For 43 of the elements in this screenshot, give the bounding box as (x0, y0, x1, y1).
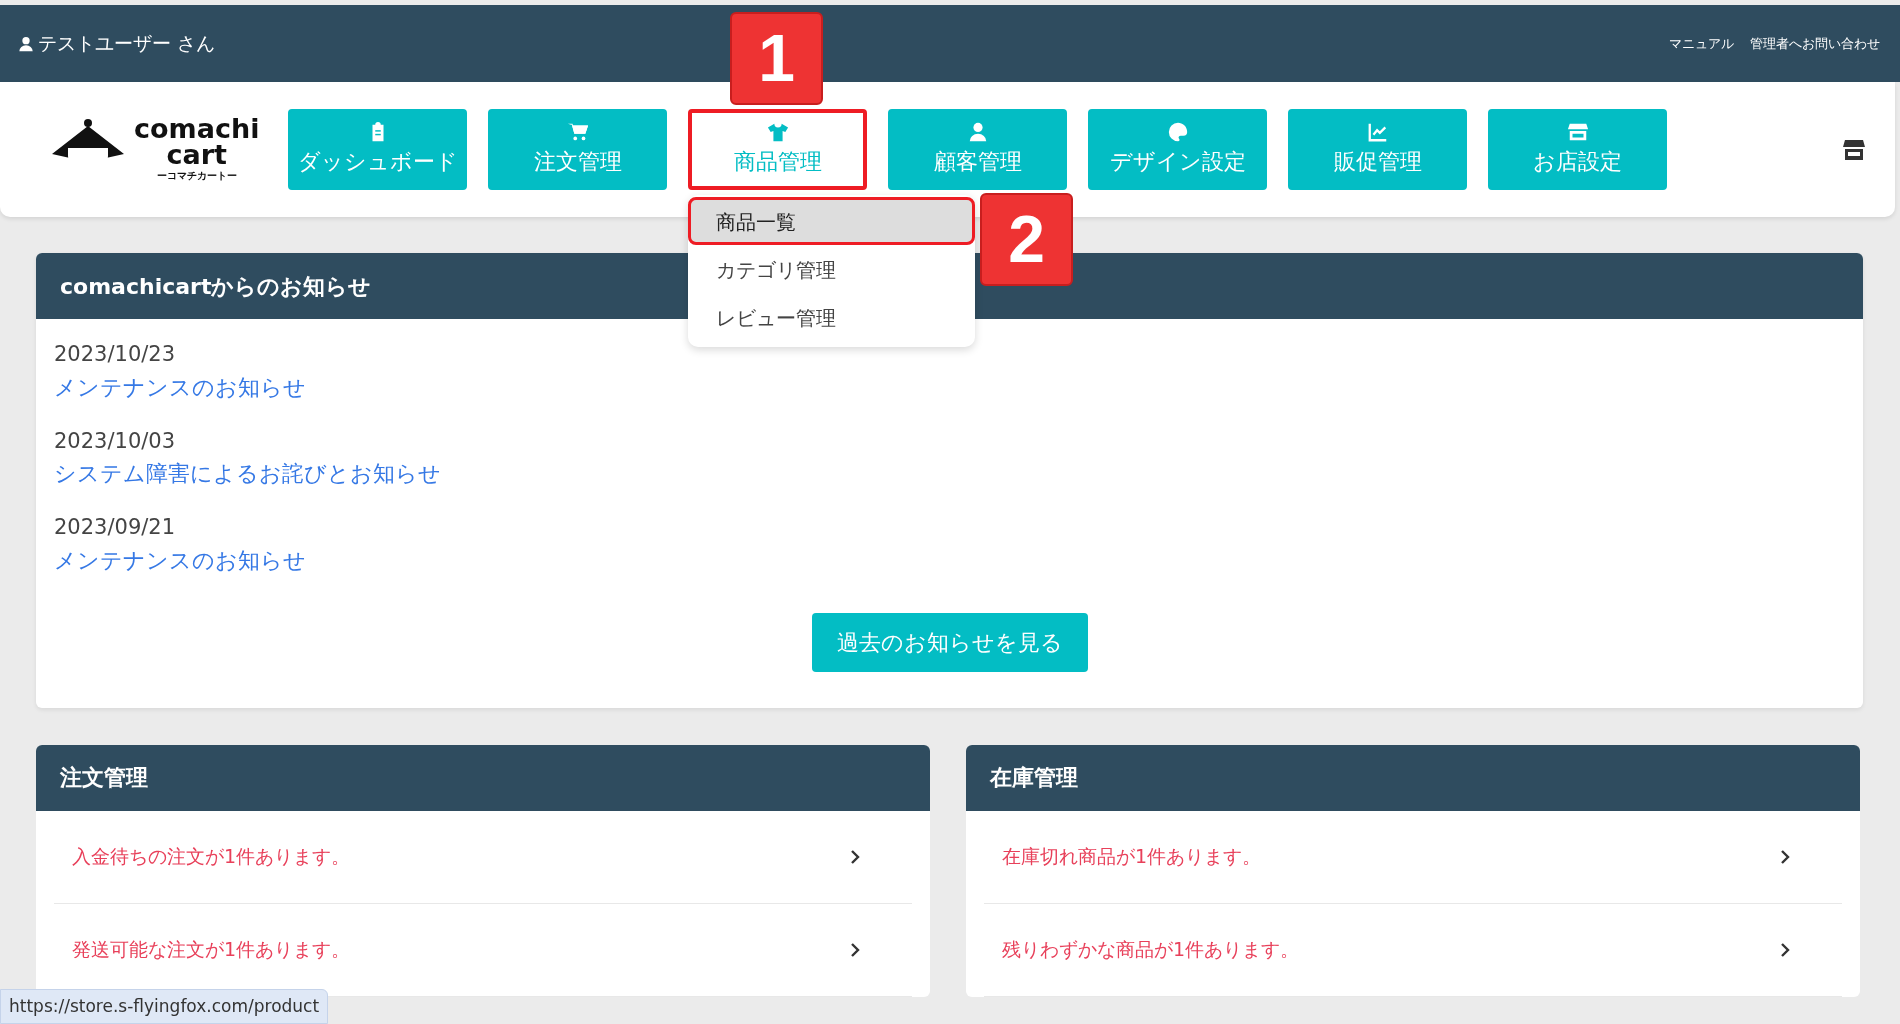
store-icon (1841, 137, 1867, 162)
alert-row[interactable]: 入金待ちの注文が1件あります。 (54, 810, 912, 904)
chart-icon (1366, 121, 1389, 143)
alert-row[interactable]: 残りわずかな商品が1件あります。 (984, 903, 1842, 997)
palette-icon (1166, 121, 1189, 143)
nav-button[interactable]: デザイン設定 (1088, 109, 1267, 190)
past-notices-button[interactable]: 過去のお知らせを見る (811, 612, 1088, 672)
notice-link[interactable]: メンテナンスのお知らせ (54, 543, 306, 577)
step-marker: 2 (980, 193, 1073, 286)
alert-text: 在庫切れ商品が1件あります。 (1002, 844, 1262, 870)
nav-button[interactable]: お店設定 (1488, 109, 1667, 190)
chevron-icon (1780, 848, 1790, 865)
nav-button[interactable]: 顧客管理 (888, 109, 1067, 190)
card-header: 在庫管理 (966, 744, 1860, 811)
notice-date: 2023/10/23 (54, 341, 176, 368)
card-header: 注文管理 (36, 744, 930, 811)
menu-item[interactable]: 商品一覧 (688, 197, 975, 245)
header-link[interactable]: マニュアル (1669, 33, 1734, 54)
notice-date: 2023/09/21 (54, 514, 176, 541)
nav-button[interactable]: 注文管理 (488, 109, 667, 190)
tshirt-icon (766, 121, 789, 143)
nav-button[interactable]: 商品管理 (688, 109, 867, 190)
alert-text: 発送可能な注文が1件あります。 (72, 937, 351, 963)
step-marker: 1 (730, 12, 823, 105)
nav-button[interactable]: ダッシュボード (288, 109, 467, 190)
header-link[interactable]: 管理者へお問い合わせ (1750, 33, 1880, 54)
notice-link[interactable]: メンテナンスのお知らせ (54, 370, 306, 404)
alert-row[interactable]: 在庫切れ商品が1件あります。 (984, 810, 1842, 904)
notice-date: 2023/10/03 (54, 427, 176, 455)
logo-text: comachi (134, 116, 260, 142)
alert-text: 入金待ちの注文が1件あります。 (72, 844, 351, 870)
store-icon (1566, 121, 1589, 143)
alert-text: 残りわずかな商品が1件あります。 (1002, 937, 1300, 963)
user-name: テストユーザー さん (38, 31, 216, 57)
nav-button[interactable]: 販促管理 (1288, 109, 1467, 190)
logo-tagline: ーコマチカートー (156, 168, 237, 183)
notice-link[interactable]: システム障害によるお詫びとお知らせ (54, 457, 441, 490)
status-url: https://store.s-flyingfox.com/product (0, 988, 329, 1024)
user-icon (18, 34, 34, 53)
chevron-icon (1780, 941, 1790, 958)
chevron-icon (850, 941, 860, 958)
chevron-icon (850, 848, 860, 865)
logo-text: cart (166, 142, 227, 168)
